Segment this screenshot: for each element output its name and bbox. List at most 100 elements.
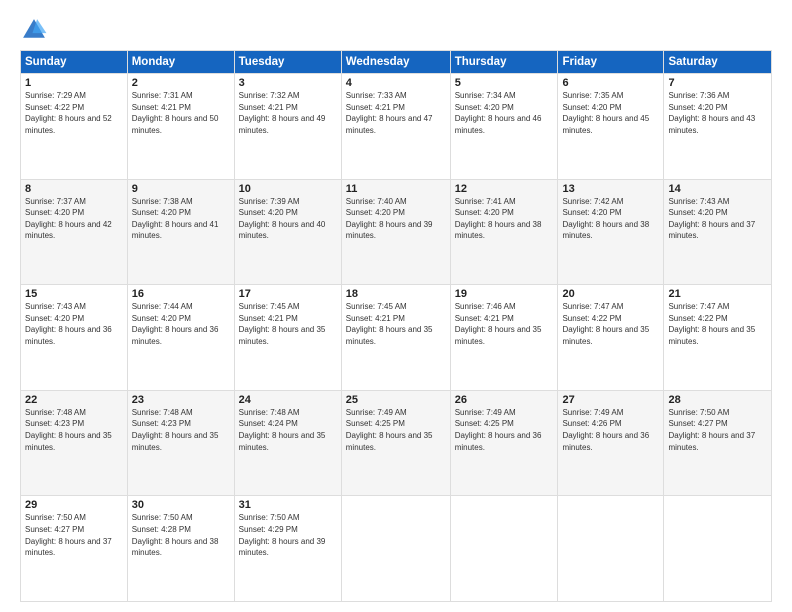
- calendar-cell: 19Sunrise: 7:46 AMSunset: 4:21 PMDayligh…: [450, 285, 558, 391]
- day-number: 26: [455, 394, 554, 406]
- day-info: Sunrise: 7:34 AMSunset: 4:20 PMDaylight:…: [455, 90, 554, 136]
- day-info: Sunrise: 7:43 AMSunset: 4:20 PMDaylight:…: [668, 196, 767, 242]
- day-info: Sunrise: 7:29 AMSunset: 4:22 PMDaylight:…: [25, 90, 123, 136]
- day-info: Sunrise: 7:31 AMSunset: 4:21 PMDaylight:…: [132, 90, 230, 136]
- day-number: 29: [25, 499, 123, 511]
- calendar-cell: [558, 496, 664, 602]
- calendar-week-2: 8Sunrise: 7:37 AMSunset: 4:20 PMDaylight…: [21, 179, 772, 285]
- calendar-header-friday: Friday: [558, 51, 664, 74]
- calendar-cell: 14Sunrise: 7:43 AMSunset: 4:20 PMDayligh…: [664, 179, 772, 285]
- calendar-header-monday: Monday: [127, 51, 234, 74]
- calendar-cell: 20Sunrise: 7:47 AMSunset: 4:22 PMDayligh…: [558, 285, 664, 391]
- day-number: 6: [562, 77, 659, 89]
- calendar-week-3: 15Sunrise: 7:43 AMSunset: 4:20 PMDayligh…: [21, 285, 772, 391]
- calendar-cell: [341, 496, 450, 602]
- page: SundayMondayTuesdayWednesdayThursdayFrid…: [0, 0, 792, 612]
- day-number: 4: [346, 77, 446, 89]
- calendar-week-5: 29Sunrise: 7:50 AMSunset: 4:27 PMDayligh…: [21, 496, 772, 602]
- calendar-cell: 8Sunrise: 7:37 AMSunset: 4:20 PMDaylight…: [21, 179, 128, 285]
- day-number: 30: [132, 499, 230, 511]
- calendar-week-1: 1Sunrise: 7:29 AMSunset: 4:22 PMDaylight…: [21, 74, 772, 180]
- day-number: 1: [25, 77, 123, 89]
- header: [20, 16, 772, 44]
- day-info: Sunrise: 7:43 AMSunset: 4:20 PMDaylight:…: [25, 301, 123, 347]
- calendar-cell: 30Sunrise: 7:50 AMSunset: 4:28 PMDayligh…: [127, 496, 234, 602]
- calendar-cell: 3Sunrise: 7:32 AMSunset: 4:21 PMDaylight…: [234, 74, 341, 180]
- day-info: Sunrise: 7:50 AMSunset: 4:27 PMDaylight:…: [668, 407, 767, 453]
- calendar-header-sunday: Sunday: [21, 51, 128, 74]
- day-info: Sunrise: 7:39 AMSunset: 4:20 PMDaylight:…: [239, 196, 337, 242]
- calendar-cell: 11Sunrise: 7:40 AMSunset: 4:20 PMDayligh…: [341, 179, 450, 285]
- day-number: 9: [132, 183, 230, 195]
- day-info: Sunrise: 7:48 AMSunset: 4:23 PMDaylight:…: [132, 407, 230, 453]
- calendar-cell: 21Sunrise: 7:47 AMSunset: 4:22 PMDayligh…: [664, 285, 772, 391]
- day-info: Sunrise: 7:48 AMSunset: 4:24 PMDaylight:…: [239, 407, 337, 453]
- day-info: Sunrise: 7:49 AMSunset: 4:25 PMDaylight:…: [346, 407, 446, 453]
- day-number: 15: [25, 288, 123, 300]
- day-info: Sunrise: 7:50 AMSunset: 4:28 PMDaylight:…: [132, 512, 230, 558]
- day-number: 28: [668, 394, 767, 406]
- day-info: Sunrise: 7:40 AMSunset: 4:20 PMDaylight:…: [346, 196, 446, 242]
- calendar-cell: 10Sunrise: 7:39 AMSunset: 4:20 PMDayligh…: [234, 179, 341, 285]
- calendar-cell: 4Sunrise: 7:33 AMSunset: 4:21 PMDaylight…: [341, 74, 450, 180]
- calendar-cell: 26Sunrise: 7:49 AMSunset: 4:25 PMDayligh…: [450, 390, 558, 496]
- day-number: 5: [455, 77, 554, 89]
- day-number: 7: [668, 77, 767, 89]
- day-number: 16: [132, 288, 230, 300]
- day-info: Sunrise: 7:44 AMSunset: 4:20 PMDaylight:…: [132, 301, 230, 347]
- day-info: Sunrise: 7:50 AMSunset: 4:27 PMDaylight:…: [25, 512, 123, 558]
- calendar-cell: 16Sunrise: 7:44 AMSunset: 4:20 PMDayligh…: [127, 285, 234, 391]
- day-number: 27: [562, 394, 659, 406]
- day-number: 11: [346, 183, 446, 195]
- calendar-cell: 5Sunrise: 7:34 AMSunset: 4:20 PMDaylight…: [450, 74, 558, 180]
- day-number: 10: [239, 183, 337, 195]
- day-number: 20: [562, 288, 659, 300]
- calendar-cell: 25Sunrise: 7:49 AMSunset: 4:25 PMDayligh…: [341, 390, 450, 496]
- day-number: 17: [239, 288, 337, 300]
- day-number: 22: [25, 394, 123, 406]
- calendar-cell: 31Sunrise: 7:50 AMSunset: 4:29 PMDayligh…: [234, 496, 341, 602]
- day-number: 12: [455, 183, 554, 195]
- calendar-cell: 17Sunrise: 7:45 AMSunset: 4:21 PMDayligh…: [234, 285, 341, 391]
- calendar: SundayMondayTuesdayWednesdayThursdayFrid…: [20, 50, 772, 602]
- day-number: 21: [668, 288, 767, 300]
- day-number: 31: [239, 499, 337, 511]
- logo-icon: [20, 16, 48, 44]
- day-info: Sunrise: 7:38 AMSunset: 4:20 PMDaylight:…: [132, 196, 230, 242]
- day-info: Sunrise: 7:45 AMSunset: 4:21 PMDaylight:…: [346, 301, 446, 347]
- day-info: Sunrise: 7:49 AMSunset: 4:25 PMDaylight:…: [455, 407, 554, 453]
- day-info: Sunrise: 7:41 AMSunset: 4:20 PMDaylight:…: [455, 196, 554, 242]
- calendar-cell: 6Sunrise: 7:35 AMSunset: 4:20 PMDaylight…: [558, 74, 664, 180]
- day-number: 2: [132, 77, 230, 89]
- logo: [20, 16, 52, 44]
- calendar-header-tuesday: Tuesday: [234, 51, 341, 74]
- day-number: 3: [239, 77, 337, 89]
- calendar-header-wednesday: Wednesday: [341, 51, 450, 74]
- day-info: Sunrise: 7:37 AMSunset: 4:20 PMDaylight:…: [25, 196, 123, 242]
- calendar-header-saturday: Saturday: [664, 51, 772, 74]
- calendar-cell: 1Sunrise: 7:29 AMSunset: 4:22 PMDaylight…: [21, 74, 128, 180]
- day-info: Sunrise: 7:33 AMSunset: 4:21 PMDaylight:…: [346, 90, 446, 136]
- calendar-cell: [664, 496, 772, 602]
- day-info: Sunrise: 7:45 AMSunset: 4:21 PMDaylight:…: [239, 301, 337, 347]
- calendar-cell: 7Sunrise: 7:36 AMSunset: 4:20 PMDaylight…: [664, 74, 772, 180]
- day-number: 8: [25, 183, 123, 195]
- day-info: Sunrise: 7:47 AMSunset: 4:22 PMDaylight:…: [562, 301, 659, 347]
- day-number: 14: [668, 183, 767, 195]
- calendar-cell: 24Sunrise: 7:48 AMSunset: 4:24 PMDayligh…: [234, 390, 341, 496]
- day-number: 25: [346, 394, 446, 406]
- calendar-cell: [450, 496, 558, 602]
- day-number: 23: [132, 394, 230, 406]
- day-number: 19: [455, 288, 554, 300]
- calendar-cell: 13Sunrise: 7:42 AMSunset: 4:20 PMDayligh…: [558, 179, 664, 285]
- day-info: Sunrise: 7:50 AMSunset: 4:29 PMDaylight:…: [239, 512, 337, 558]
- calendar-cell: 18Sunrise: 7:45 AMSunset: 4:21 PMDayligh…: [341, 285, 450, 391]
- calendar-header-row: SundayMondayTuesdayWednesdayThursdayFrid…: [21, 51, 772, 74]
- calendar-cell: 22Sunrise: 7:48 AMSunset: 4:23 PMDayligh…: [21, 390, 128, 496]
- day-number: 24: [239, 394, 337, 406]
- day-number: 13: [562, 183, 659, 195]
- calendar-cell: 28Sunrise: 7:50 AMSunset: 4:27 PMDayligh…: [664, 390, 772, 496]
- calendar-header-thursday: Thursday: [450, 51, 558, 74]
- calendar-cell: 12Sunrise: 7:41 AMSunset: 4:20 PMDayligh…: [450, 179, 558, 285]
- calendar-cell: 27Sunrise: 7:49 AMSunset: 4:26 PMDayligh…: [558, 390, 664, 496]
